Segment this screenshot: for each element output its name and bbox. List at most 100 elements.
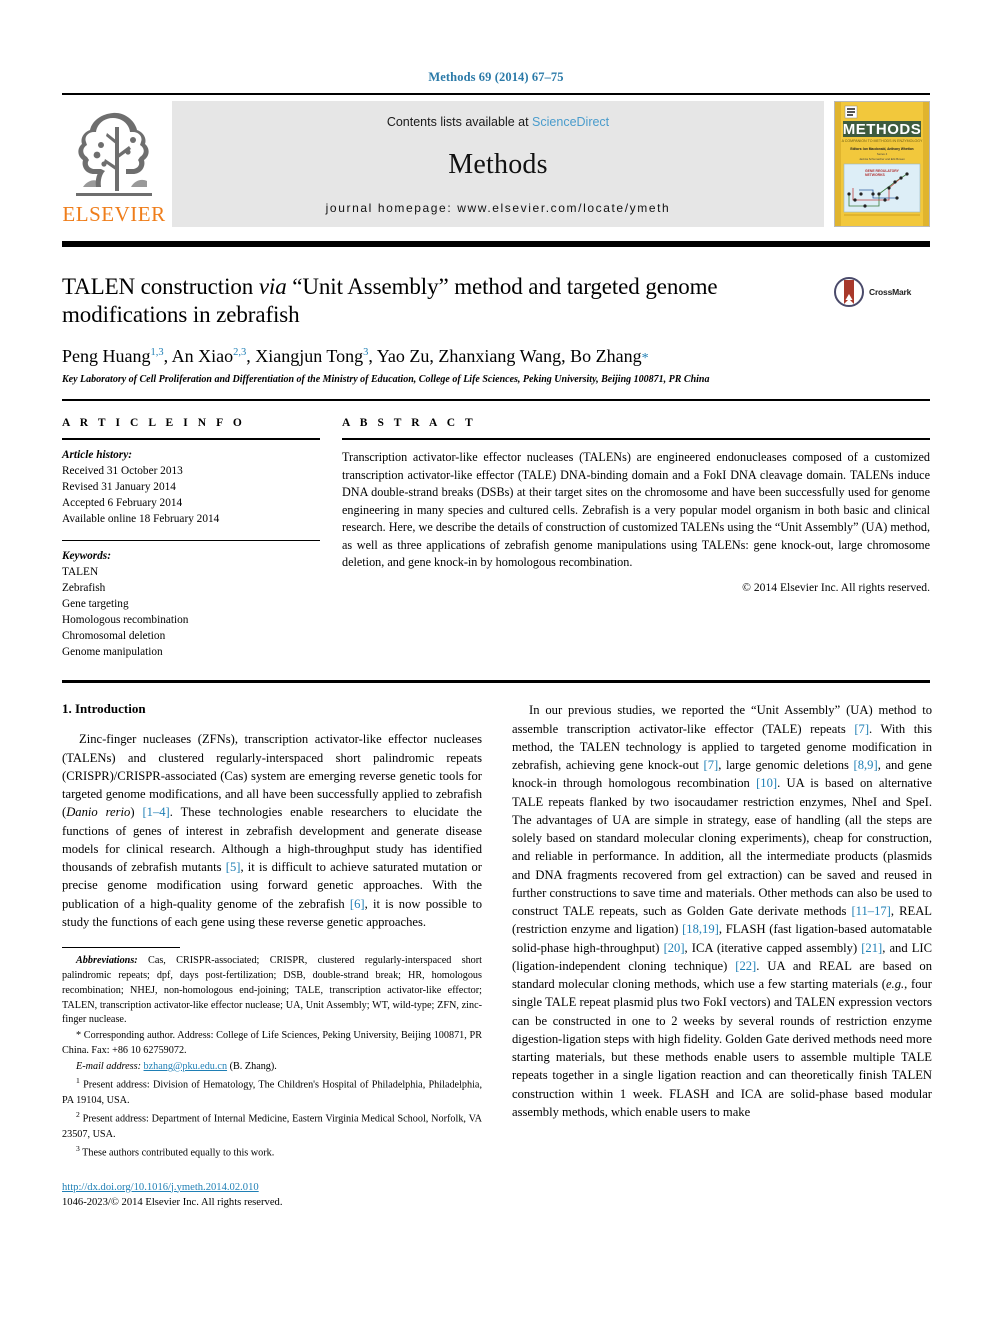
contents-prefix: Contents lists available at — [386, 115, 533, 129]
title-via: via — [258, 274, 287, 299]
citation-link[interactable]: [10] — [756, 776, 777, 790]
info-top-rule — [62, 399, 930, 402]
citation-link[interactable]: [21] — [861, 941, 882, 955]
citation-link[interactable]: [7] — [704, 758, 719, 772]
citation-link[interactable]: [6] — [350, 897, 365, 911]
email-suffix: (B. Zhang). — [227, 1060, 277, 1072]
title-part-1: TALEN construction — [62, 274, 259, 299]
svg-text:METHODS: METHODS — [843, 121, 922, 138]
body-columns: 1. Introduction Zinc-finger nucleases (Z… — [62, 701, 932, 1210]
intro-paragraph-right: In our previous studies, we reported the… — [512, 701, 932, 1121]
citation-link[interactable]: [5] — [226, 860, 241, 874]
footnote-present-address-2: 2 Present address: Department of Interna… — [62, 1109, 482, 1142]
svg-text:Series 4: Series 4 — [877, 152, 888, 156]
intro-paragraph-left: Zinc-finger nucleases (ZFNs), transcript… — [62, 730, 482, 931]
crossmark-icon — [834, 277, 864, 307]
contents-line: Contents lists available at ScienceDirec… — [387, 115, 609, 129]
author-list: Peng Huang1,3, An Xiao2,3, Xiangjun Tong… — [62, 346, 649, 367]
article-info-column: A R T I C L E I N F O Article history: R… — [62, 417, 320, 660]
doi-block: http://dx.doi.org/10.1016/j.ymeth.2014.0… — [62, 1180, 482, 1211]
author-sup-1: 1,3 — [150, 347, 164, 359]
keyword-0: TALEN — [62, 566, 99, 579]
masthead-center-panel: Contents lists available at ScienceDirec… — [172, 101, 824, 227]
author-sup-3: 3 — [363, 347, 369, 359]
article-info-heading: A R T I C L E I N F O — [62, 417, 246, 430]
keyword-2: Gene targeting — [62, 598, 129, 611]
footnote-email: E-mail address: bzhang@pku.edu.cn (B. Zh… — [62, 1060, 482, 1075]
email-link[interactable]: bzhang@pku.edu.cn — [144, 1061, 228, 1072]
email-label: E-mail address: — [76, 1060, 141, 1072]
running-head: Methods 69 (2014) 67–75 — [428, 70, 564, 84]
footnote-equal-contribution: 3 These authors contributed equally to t… — [62, 1143, 482, 1161]
sciencedirect-link[interactable]: ScienceDirect — [532, 115, 609, 129]
doi-link[interactable]: http://dx.doi.org/10.1016/j.ymeth.2014.0… — [62, 1182, 259, 1193]
keywords-block: Keywords: TALEN Zebrafish Gene targeting… — [62, 548, 320, 660]
masthead-top-rule — [62, 93, 930, 95]
equal-contrib-text: These authors contributed equally to thi… — [79, 1147, 275, 1159]
affiliation: Key Laboratory of Cell Proliferation and… — [62, 374, 710, 386]
footnote-abbreviations: Abbreviations: Cas, CRISPR-associated; C… — [62, 954, 482, 1028]
journal-cover-art: METHODS A COMPANION TO METHODS IN ENZYMO… — [835, 102, 929, 226]
footnote-separator — [62, 947, 180, 949]
author-sup-2: 2,3 — [233, 347, 247, 359]
keyword-5: Genome manipulation — [62, 646, 163, 659]
citation-link[interactable]: [20] — [664, 941, 685, 955]
present-address-2-text: Present address: Department of Internal … — [62, 1113, 482, 1140]
masthead-bottom-rule — [62, 241, 930, 247]
present-address-1-text: Present address: Division of Hematology,… — [62, 1079, 482, 1106]
body-column-right: In our previous studies, we reported the… — [512, 701, 932, 1210]
history-item-3: Available online 18 February 2014 — [62, 513, 220, 526]
keywords-label: Keywords: — [62, 550, 111, 563]
journal-name: Methods — [448, 149, 548, 180]
article-history: Article history: Received 31 October 201… — [62, 447, 320, 527]
citation-link[interactable]: [18,19] — [682, 922, 719, 936]
citation-link[interactable]: [8,9] — [854, 758, 878, 772]
footnote-present-address-1: 1 Present address: Division of Hematolog… — [62, 1075, 482, 1108]
keyword-1: Zebrafish — [62, 582, 106, 595]
intro-right-text: , four single TALE repeat plasmid plus t… — [512, 977, 932, 1119]
masthead: ELSEVIER Contents lists available at Sci… — [62, 93, 930, 229]
abstract-copyright: © 2014 Elsevier Inc. All rights reserved… — [742, 581, 930, 595]
svg-text:Editors: Ian Macdonald, Anthon: Editors: Ian Macdonald, Anthony Whetton — [850, 147, 913, 151]
crossmark-badge[interactable]: CrossMark — [834, 275, 930, 309]
intro-right-text: , large genomic deletions — [718, 758, 854, 773]
keywords-rule — [62, 540, 320, 542]
body-top-rule — [62, 680, 930, 684]
abstract-rule — [342, 438, 930, 441]
info-abstract-row: A R T I C L E I N F O Article history: R… — [62, 417, 930, 660]
keyword-3: Homologous recombination — [62, 614, 189, 627]
svg-text:Jacinta Schumacher and Erik Bo: Jacinta Schumacher and Erik Bowen — [859, 157, 905, 161]
intro-right-text: . UA is based on alternative TALE repeat… — [512, 776, 932, 919]
abstract-column: A B S T R A C T Transcription activator-… — [342, 417, 930, 660]
page-title: TALEN construction via “Unit Assembly” m… — [62, 273, 930, 329]
history-item-0: Received 31 October 2013 — [62, 465, 183, 478]
elsevier-wordmark: ELSEVIER — [62, 202, 166, 226]
corresponding-author-marker: * — [641, 351, 649, 367]
citation-link[interactable]: [1–4] — [142, 805, 169, 819]
journal-homepage[interactable]: journal homepage: www.elsevier.com/locat… — [326, 201, 671, 215]
crossmark-label: CrossMark — [869, 287, 912, 297]
citation-link[interactable]: [11–17] — [851, 904, 890, 918]
article-history-label: Article history: — [62, 449, 132, 462]
history-item-2: Accepted 6 February 2014 — [62, 497, 183, 510]
intro-right-emphasis: e.g. — [885, 977, 905, 992]
issn-copyright-line: 1046-2023/© 2014 Elsevier Inc. All right… — [62, 1196, 283, 1208]
title-block: TALEN construction via “Unit Assembly” m… — [62, 273, 930, 385]
abstract-heading: A B S T R A C T — [342, 417, 477, 430]
intro-left-text: ) — [130, 805, 143, 820]
paper-page: Methods 69 (2014) 67–75 ELSEVIER Content… — [0, 0, 992, 1323]
svg-text:NETWORKS: NETWORKS — [865, 173, 886, 177]
citation-link[interactable]: [7] — [854, 722, 869, 736]
svg-text:A COMPANION TO METHODS IN ENZY: A COMPANION TO METHODS IN ENZYMOLOGY — [842, 139, 923, 143]
abbreviations-label: Abbreviations: — [76, 955, 138, 967]
keyword-4: Chromosomal deletion — [62, 630, 166, 643]
citation-link[interactable]: [22] — [735, 959, 756, 973]
section-title-introduction: 1. Introduction — [62, 701, 146, 717]
history-item-1: Revised 31 January 2014 — [62, 481, 176, 494]
intro-right-text: , ICA (iterative capped assembly) — [684, 940, 862, 955]
body-column-left: 1. Introduction Zinc-finger nucleases (Z… — [62, 701, 482, 1210]
footnote-corresponding-author: * Corresponding author. Address: College… — [62, 1029, 482, 1059]
elsevier-logo: ELSEVIER — [62, 101, 166, 227]
journal-cover-thumbnail: METHODS A COMPANION TO METHODS IN ENZYMO… — [834, 101, 930, 227]
intro-left-emphasis: Danio rerio — [66, 805, 131, 820]
